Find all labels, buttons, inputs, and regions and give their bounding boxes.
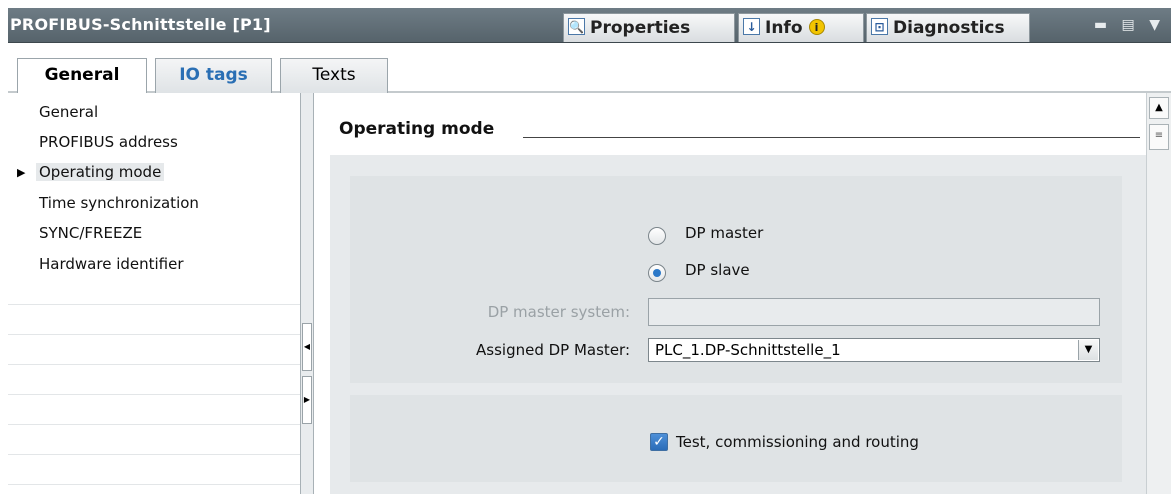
tab-diagnostics-label: Diagnostics [893,18,1005,38]
assigned-dp-master-label: Assigned DP Master: [476,341,630,359]
tab-texts[interactable]: Texts [280,58,388,93]
nav-tree [8,93,308,494]
dp-slave-radio[interactable] [648,264,666,282]
nav-item-time-synchronization[interactable]: Time synchronization [39,194,199,212]
nav-item-general[interactable]: General [39,103,98,121]
nav-item-sync-freeze[interactable]: SYNC/FREEZE [39,224,142,242]
dp-master-radio[interactable] [648,227,666,245]
info-badge-icon: i [808,18,825,35]
assigned-dp-master-value: PLC_1.DP-Schnittstelle_1 [655,341,841,359]
scroll-up-icon[interactable]: ▲ [1149,97,1169,119]
tab-info-label: Info [765,18,803,38]
test-commissioning-label: Test, commissioning and routing [676,433,919,451]
nav-gridline [8,394,308,395]
tab-info[interactable]: ↓ Info i [738,13,864,42]
properties-icon: 🔍 [568,18,585,35]
properties-content: Operating mode DP master DP slave DP mas… [314,93,1146,494]
tab-properties-label: Properties [590,18,691,38]
test-commissioning-checkbox[interactable]: ✓ [650,433,668,451]
tab-io-tags[interactable]: IO tags [155,58,272,93]
dp-master-system-label: DP master system: [487,303,630,321]
radio-selected-dot [653,269,661,277]
pane-splitter[interactable]: ◀ ▶ [300,93,314,494]
scroll-thumb[interactable]: ≡ [1149,124,1169,150]
nav-gridline [8,454,308,455]
expand-arrow-icon: ▶ [17,166,26,179]
vertical-scrollbar[interactable]: ▲ ≡ [1146,93,1171,494]
nav-item-hardware-identifier[interactable]: Hardware identifier [39,255,184,273]
nav-gridline [8,424,308,425]
section-heading: Operating mode [339,119,495,139]
nav-gridline [8,334,308,335]
window-title: PROFIBUS-Schnittstelle [P1] [10,15,271,34]
assigned-dp-master-select[interactable]: PLC_1.DP-Schnittstelle_1 ▼ [648,338,1100,362]
nav-item-profibus-address[interactable]: PROFIBUS address [39,133,178,151]
nav-item-operating-mode[interactable]: Operating mode [36,163,165,181]
dp-master-label: DP master [685,224,764,242]
inspector-subtabs: General IO tags Texts [0,51,1171,94]
dp-master-system-field[interactable] [648,298,1100,326]
nav-gridline [8,304,308,305]
tab-general[interactable]: General [17,58,147,94]
expand-right-icon[interactable]: ▶ [302,376,312,424]
tab-properties[interactable]: 🔍 Properties [563,13,735,42]
dp-slave-label: DP slave [685,261,750,279]
window-controls[interactable]: ▬ ▤ ▼ [1094,8,1165,42]
nav-gridline [8,484,308,485]
diagnostics-icon: ⊡ [871,18,888,35]
nav-gridline [8,364,308,365]
collapse-left-icon[interactable]: ◀ [302,323,312,371]
heading-rule [523,137,1140,138]
info-arrow-icon: ↓ [743,18,760,35]
dropdown-arrow-icon[interactable]: ▼ [1078,340,1098,360]
inspector-titlebar: PROFIBUS-Schnittstelle [P1] 🔍 Properties … [0,0,1171,51]
tab-diagnostics[interactable]: ⊡ Diagnostics [866,13,1030,42]
